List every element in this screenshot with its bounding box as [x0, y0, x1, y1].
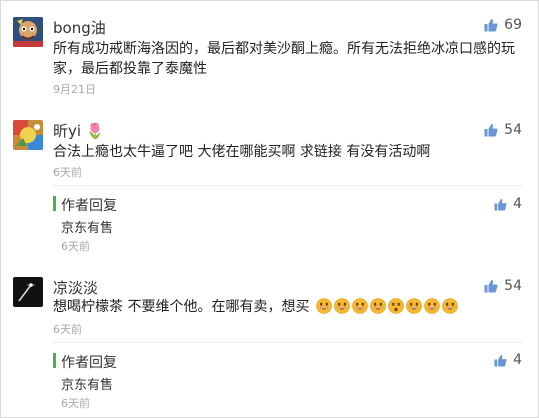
reply-text: 京东有售	[61, 378, 114, 393]
avatar[interactable]	[13, 17, 43, 47]
grin-emoji	[424, 298, 440, 314]
reply-text: 京东有售	[61, 221, 114, 236]
like-count: 54	[504, 122, 522, 138]
thumbs-up-icon	[484, 124, 498, 137]
dark-avatar-icon	[13, 277, 43, 307]
reply-time: 6天前	[61, 397, 90, 410]
like-button[interactable]: 4	[494, 352, 522, 368]
like-count: 54	[504, 278, 522, 294]
comment-text: 想喝柠檬茶 不要维个他。在哪有卖，想买	[53, 297, 523, 317]
nickname[interactable]: 凉淡淡	[53, 277, 98, 298]
author-reply-title: 作者回复	[61, 198, 117, 214]
comment-text-body: 想喝柠檬茶 不要维个他。在哪有卖，想买	[53, 299, 310, 315]
divider	[53, 342, 522, 343]
author-reply-title: 作者回复	[61, 355, 117, 371]
nickname[interactable]: 昕yi 🌷	[53, 120, 105, 141]
like-button[interactable]: 69	[484, 17, 522, 33]
comment-time: 6天前	[53, 166, 82, 179]
comment-section: bong油 69 所有成功戒断海洛因的，最后都对美沙酮上瘾。所有无法拒绝冰凉口感…	[0, 0, 539, 418]
thumbs-up-icon	[484, 280, 498, 293]
grin-emoji	[334, 298, 350, 314]
reply-marker	[53, 196, 56, 211]
reply-marker	[53, 353, 56, 368]
like-button[interactable]: 4	[494, 196, 522, 212]
comment-text: 所有成功戒断海洛因的，最后都对美沙酮上瘾。所有无法拒绝冰凉口感的玩家，最后都投靠…	[53, 41, 515, 77]
like-count: 4	[513, 196, 522, 212]
grin-emoji	[442, 298, 458, 314]
divider	[53, 185, 522, 186]
like-count: 4	[513, 352, 522, 368]
comment-text: 合法上瘾也太牛逼了吧 大佬在哪能买啊 求链接 有没有活动啊	[53, 144, 431, 160]
thumbs-up-icon	[494, 354, 507, 367]
nickname[interactable]: bong油	[53, 17, 106, 38]
comment-time: 6天前	[53, 323, 82, 336]
avatar[interactable]	[13, 277, 43, 307]
dizzy-emoji	[388, 298, 404, 314]
painting-avatar-icon	[13, 17, 43, 47]
emoji-row	[314, 298, 458, 315]
thumbs-up-icon	[494, 198, 507, 211]
grin-emoji	[406, 298, 422, 314]
reply-time: 6天前	[61, 240, 90, 253]
grin-emoji	[352, 298, 368, 314]
like-count: 69	[504, 17, 522, 33]
grin-emoji	[316, 298, 332, 314]
thumbs-up-icon	[484, 19, 498, 32]
grin-emoji	[370, 298, 386, 314]
colorful-avatar-icon	[13, 120, 43, 150]
like-button[interactable]: 54	[484, 122, 522, 138]
avatar[interactable]	[13, 120, 43, 150]
like-button[interactable]: 54	[484, 278, 522, 294]
comment-time: 9月21日	[53, 83, 96, 96]
